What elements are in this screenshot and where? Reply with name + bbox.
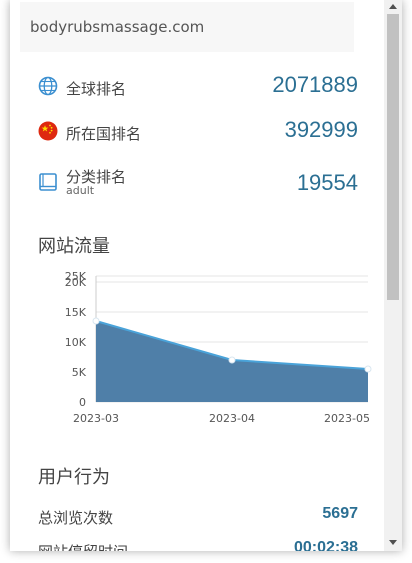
page-views-row: 总浏览次数 5697	[38, 505, 358, 529]
domain-box: bodyrubsmassage.com	[20, 2, 354, 52]
x-tick-label: 2023-03	[73, 412, 119, 425]
vertical-scrollbar[interactable]	[384, 0, 402, 551]
y-tick-label: 15K	[65, 306, 87, 319]
traffic-chart: 20K15K10K5K025K 2023-03 2023-04 2023-05	[65, 270, 372, 425]
category-rank-row: 分类排名 adult 19554	[38, 166, 358, 202]
browser-window: bodyrubsmassage.com 全球排名 2071889 所在国排名 3…	[10, 0, 402, 551]
time-on-site-label: 网站停留时间	[38, 541, 128, 551]
page-views-label: 总浏览次数	[38, 509, 114, 527]
time-on-site-row: 网站停留时间 00:02:38	[38, 539, 358, 551]
data-point[interactable]	[228, 356, 236, 364]
scrollbar-thumb[interactable]	[387, 14, 399, 300]
book-icon	[39, 173, 57, 191]
domain-name: bodyrubsmassage.com	[30, 18, 205, 36]
behavior-section-title: 用户行为	[38, 467, 110, 488]
y-tick-label-overlay: 25K	[65, 270, 87, 283]
page-views-value: 5697	[322, 505, 358, 522]
chart-x-axis: 2023-03 2023-04 2023-05	[73, 412, 370, 425]
country-rank-label: 所在国排名	[66, 125, 142, 143]
scroll-up-arrow-icon[interactable]	[389, 4, 397, 9]
category-rank-sublabel: adult	[66, 184, 95, 197]
global-rank-value: 2071889	[272, 72, 358, 97]
country-rank-row: 所在国排名 392999	[38, 117, 358, 147]
traffic-section-title: 网站流量	[38, 236, 110, 257]
scroll-down-arrow-icon[interactable]	[389, 540, 397, 545]
x-tick-label: 2023-04	[209, 412, 255, 425]
china-flag-icon	[38, 121, 58, 141]
category-rank-value: 19554	[296, 170, 358, 195]
globe-icon	[38, 76, 58, 96]
x-tick-label: 2023-05	[324, 412, 370, 425]
chart-y-axis: 20K15K10K5K025K	[65, 270, 87, 409]
data-point[interactable]	[364, 365, 372, 373]
y-tick-label: 0	[79, 396, 86, 409]
global-rank-label: 全球排名	[66, 80, 127, 98]
country-rank-value: 392999	[284, 117, 358, 142]
y-tick-label: 5K	[72, 366, 87, 379]
data-point[interactable]	[92, 317, 100, 325]
y-tick-label: 10K	[65, 336, 87, 349]
site-info-panel: bodyrubsmassage.com 全球排名 2071889 所在国排名 3…	[10, 0, 384, 551]
time-on-site-value: 00:02:38	[293, 539, 358, 551]
global-rank-row: 全球排名 2071889	[38, 72, 358, 102]
